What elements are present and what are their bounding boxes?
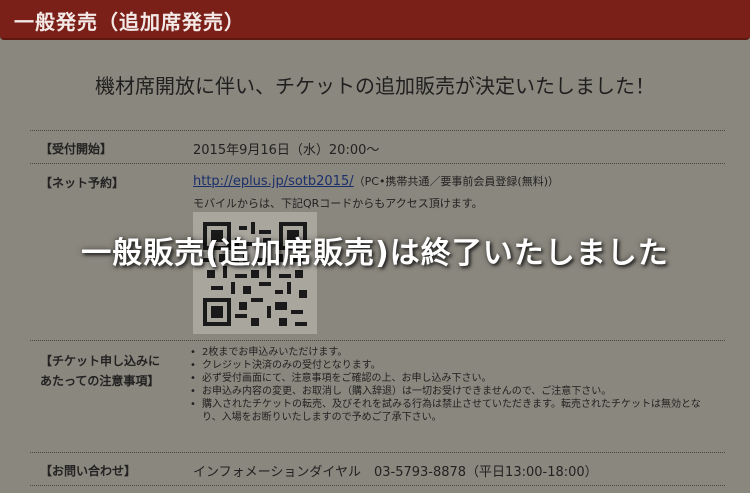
reception-label: 【受付開始】 [40, 142, 113, 156]
list-item: クレジット決済のみの受付となります。 [188, 359, 718, 372]
notes-label-line2: あたっての注意事項】 [40, 374, 160, 388]
sold-out-overlay: 一般販売(追加席販売)は終了いたしました [81, 236, 669, 271]
divider [30, 163, 725, 164]
reception-value: 2015年9月16日（水）20:00～ [193, 143, 380, 158]
header-title: 一般発売（追加席発売） [14, 10, 245, 34]
list-item: 2枚までお申込みいただけます。 [188, 346, 718, 359]
list-item: 必ず受付画面にて、注意事項をご確認の上、お申し込み下さい。 [188, 372, 718, 385]
list-item: お申込み内容の変更、お取消し（購入辞退）は一切お受けできませんので、ご注意下さい… [188, 385, 718, 398]
page: 一般発売（追加席発売） 機材席開放に伴い、チケットの追加販売が決定いたしました！… [0, 0, 750, 493]
header-bar: 一般発売（追加席発売） [0, 0, 750, 40]
net-label: 【ネット予約】 [40, 176, 125, 190]
divider [30, 452, 725, 453]
net-note: （PC•携帯共通／要事前会員登録(無料)） [353, 175, 560, 188]
divider [30, 485, 725, 486]
notes-list: 2枚までお申込みいただけます。 クレジット決済のみの受付となります。 必ず受付画… [188, 346, 718, 424]
mobile-note: モバイルからは、下記QRコードからもアクセス頂けます。 [193, 197, 483, 210]
divider [30, 340, 725, 341]
notes-label-line1: 【チケット申し込みに [40, 354, 161, 368]
contact-label: 【お問い合わせ】 [40, 464, 137, 478]
divider [30, 130, 725, 131]
announcement-text: 機材席開放に伴い、チケットの追加販売が決定いたしました！ [95, 74, 655, 98]
contact-value: インフォメーションダイヤル 03-5793-8878（平日13:00-18:00… [193, 465, 598, 480]
list-item: 購入されたチケットの転売、及びそれを試みる行為は禁止させていただきます。転売され… [188, 398, 718, 424]
eplus-link[interactable]: http://eplus.jp/sotb2015/ [193, 174, 354, 189]
net-url-row: http://eplus.jp/sotb2015/（PC•携帯共通／要事前会員登… [193, 173, 559, 189]
